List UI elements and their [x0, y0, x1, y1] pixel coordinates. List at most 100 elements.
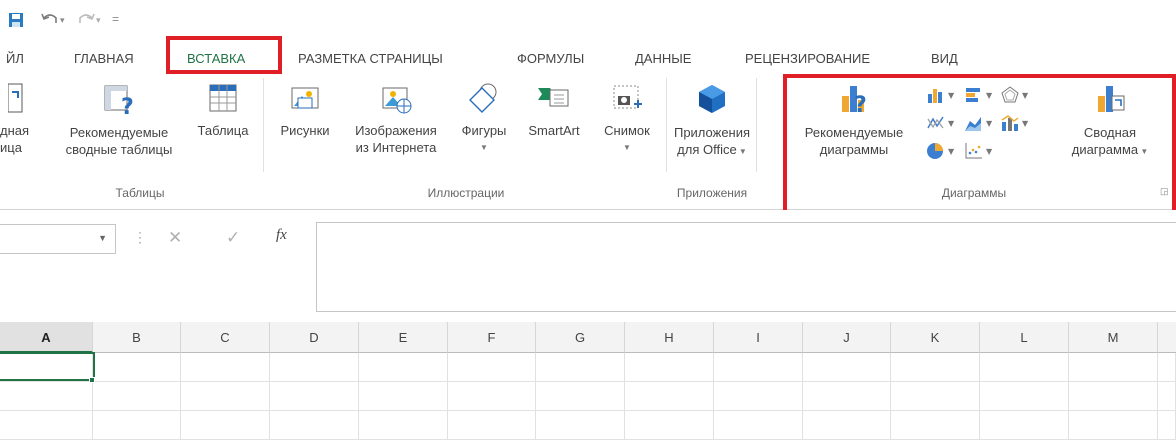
- online-pictures-button[interactable]: Изображения из Интернета: [344, 82, 448, 156]
- cell[interactable]: [448, 411, 536, 440]
- svg-text:▾: ▾: [60, 16, 65, 26]
- customize-qat-button[interactable]: =: [112, 12, 119, 26]
- enter-icon[interactable]: ✓: [226, 228, 240, 248]
- cell[interactable]: [181, 411, 270, 440]
- cell[interactable]: [980, 411, 1069, 440]
- cell[interactable]: [536, 411, 625, 440]
- column-header-m[interactable]: M: [1069, 322, 1158, 353]
- cell[interactable]: [93, 353, 181, 382]
- cell[interactable]: [714, 411, 803, 440]
- group-label-apps: Приложения: [676, 186, 748, 200]
- column-header-k[interactable]: K: [891, 322, 980, 353]
- cell[interactable]: [181, 353, 270, 382]
- cell[interactable]: [270, 411, 359, 440]
- column-header-b[interactable]: B: [93, 322, 181, 353]
- cell[interactable]: [1069, 382, 1158, 411]
- cell[interactable]: [359, 353, 448, 382]
- column-header-l[interactable]: L: [980, 322, 1069, 353]
- group-divider: [666, 78, 667, 172]
- screenshot-button[interactable]: Снимок ▼: [592, 82, 662, 156]
- name-box-dropdown-icon[interactable]: ▼: [98, 233, 107, 243]
- column-header-partial[interactable]: [1158, 322, 1176, 353]
- cell[interactable]: [359, 411, 448, 440]
- cell[interactable]: [181, 382, 270, 411]
- cell[interactable]: [891, 382, 980, 411]
- cell[interactable]: [448, 382, 536, 411]
- tab-file[interactable]: ЙЛ: [6, 51, 24, 66]
- name-box[interactable]: ▼: [0, 224, 116, 254]
- screenshot-label: Снимок: [604, 123, 650, 138]
- tab-review[interactable]: РЕЦЕНЗИРОВАНИЕ: [745, 51, 870, 66]
- recommended-pivot-icon: ?: [50, 82, 188, 120]
- column-header-e[interactable]: E: [359, 322, 448, 353]
- pivot-table-label-2: ица: [0, 140, 22, 155]
- pivot-table-button[interactable]: дная ица: [0, 82, 46, 156]
- cell[interactable]: [270, 353, 359, 382]
- formula-bar-area: ▼ ⋮ ✕ ✓ fx: [0, 210, 1176, 322]
- cell[interactable]: [1158, 382, 1176, 411]
- column-header-a[interactable]: A: [0, 322, 93, 353]
- pictures-label: Рисунки: [280, 123, 330, 138]
- cell[interactable]: [1158, 411, 1176, 440]
- column-header-c[interactable]: C: [181, 322, 270, 353]
- tab-data[interactable]: ДАННЫЕ: [635, 51, 691, 66]
- cell[interactable]: [625, 353, 714, 382]
- pictures-button[interactable]: Рисунки: [270, 82, 340, 139]
- cell[interactable]: [980, 353, 1069, 382]
- cell[interactable]: [93, 411, 181, 440]
- column-header-h[interactable]: H: [625, 322, 714, 353]
- tab-view[interactable]: ВИД: [931, 51, 958, 66]
- svg-text:▾: ▾: [96, 16, 101, 26]
- formula-input[interactable]: [316, 222, 1176, 312]
- save-icon[interactable]: [8, 12, 24, 33]
- cell[interactable]: [625, 382, 714, 411]
- tab-formulas[interactable]: ФОРМУЛЫ: [517, 51, 584, 66]
- cell[interactable]: [1069, 411, 1158, 440]
- cell[interactable]: [980, 382, 1069, 411]
- cell[interactable]: [270, 382, 359, 411]
- recommended-pivot-label-2: сводные таблицы: [65, 142, 173, 157]
- tab-page-layout[interactable]: РАЗМЕТКА СТРАНИЦЫ: [298, 51, 443, 66]
- cell[interactable]: [1158, 353, 1176, 382]
- redo-icon[interactable]: ▾: [76, 10, 106, 33]
- fill-handle[interactable]: [89, 377, 95, 383]
- cell[interactable]: [803, 411, 891, 440]
- column-header-f[interactable]: F: [448, 322, 536, 353]
- cell[interactable]: [536, 382, 625, 411]
- column-header-g[interactable]: G: [536, 322, 625, 353]
- cell[interactable]: [359, 382, 448, 411]
- cell[interactable]: [448, 353, 536, 382]
- charts-group-highlight: [783, 74, 1176, 222]
- column-header-j[interactable]: J: [803, 322, 891, 353]
- smartart-button[interactable]: SmartArt: [516, 82, 592, 139]
- svg-text:?: ?: [121, 95, 134, 116]
- cell[interactable]: [0, 382, 93, 411]
- apps-for-office-button[interactable]: Приложения для Office ▼: [672, 82, 752, 160]
- active-cell-a1[interactable]: [0, 352, 95, 381]
- screenshot-icon: [592, 82, 662, 118]
- undo-icon[interactable]: ▾: [40, 10, 70, 33]
- apps-icon: [672, 82, 752, 120]
- column-header-d[interactable]: D: [270, 322, 359, 353]
- cell[interactable]: [891, 353, 980, 382]
- shapes-button[interactable]: Фигуры ▼: [452, 82, 516, 156]
- cell[interactable]: [891, 411, 980, 440]
- pictures-icon: [270, 82, 340, 118]
- cell[interactable]: [0, 411, 93, 440]
- cell[interactable]: [714, 382, 803, 411]
- insert-function-icon[interactable]: fx: [276, 227, 287, 244]
- column-header-i[interactable]: I: [714, 322, 803, 353]
- tab-home[interactable]: ГЛАВНАЯ: [74, 51, 134, 66]
- cancel-icon[interactable]: ✕: [168, 228, 182, 248]
- cell[interactable]: [714, 353, 803, 382]
- cell[interactable]: [536, 353, 625, 382]
- recommended-pivot-button[interactable]: ? Рекомендуемые сводные таблицы: [50, 82, 188, 158]
- insert-tab-highlight: [166, 36, 282, 74]
- table-button[interactable]: Таблица: [188, 82, 258, 139]
- screenshot-dropdown-icon: ▼: [623, 143, 631, 152]
- cell[interactable]: [1069, 353, 1158, 382]
- cell[interactable]: [803, 353, 891, 382]
- cell[interactable]: [93, 382, 181, 411]
- cell[interactable]: [625, 411, 714, 440]
- cell[interactable]: [803, 382, 891, 411]
